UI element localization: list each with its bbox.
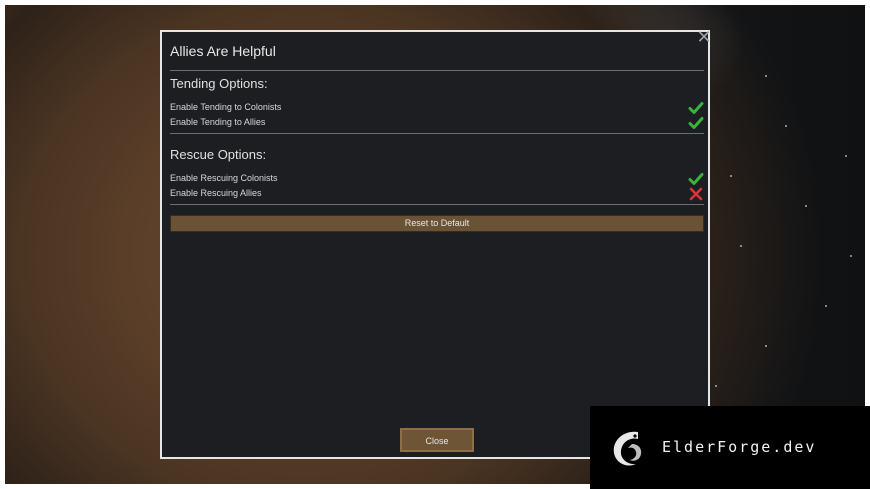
check-icon [688, 117, 704, 129]
option-tending-colonists[interactable]: Enable Tending to Colonists [170, 101, 704, 116]
option-label: Enable Rescuing Allies [170, 188, 262, 198]
check-icon [688, 102, 704, 114]
check-icon [688, 173, 704, 185]
section-title-tending: Tending Options: [170, 76, 268, 91]
divider [170, 133, 704, 134]
close-x-icon[interactable]: ✕ [696, 28, 712, 46]
settings-dialog: Allies Are Helpful Tending Options: Enab… [160, 30, 710, 459]
watermark: ElderForge.dev [590, 406, 870, 489]
dialog-title: Allies Are Helpful [170, 43, 276, 59]
close-button[interactable]: Close [400, 428, 474, 452]
section-title-rescue: Rescue Options: [170, 147, 267, 162]
option-label: Enable Tending to Colonists [170, 102, 282, 112]
option-label: Enable Rescuing Colonists [170, 173, 278, 183]
divider [170, 70, 704, 71]
divider [170, 204, 704, 205]
reset-to-default-button[interactable]: Reset to Default [170, 215, 704, 232]
option-label: Enable Tending to Allies [170, 117, 266, 127]
dragon-logo-icon [613, 431, 642, 466]
option-tending-allies[interactable]: Enable Tending to Allies [170, 116, 704, 131]
option-rescuing-allies[interactable]: Enable Rescuing Allies [170, 187, 704, 202]
option-rescuing-colonists[interactable]: Enable Rescuing Colonists [170, 172, 704, 187]
watermark-text: ElderForge.dev [662, 438, 817, 456]
cross-icon [689, 187, 703, 201]
